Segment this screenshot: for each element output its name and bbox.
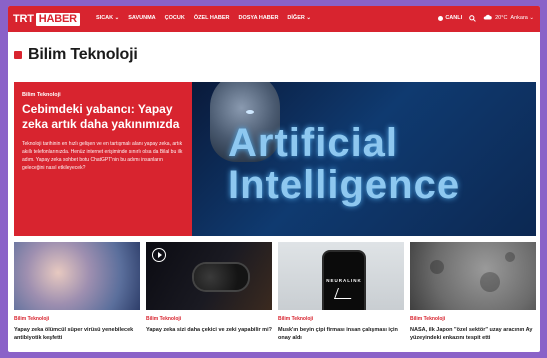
robot-eye: [246, 110, 254, 114]
card-category[interactable]: Bilim Teknoloji: [14, 316, 140, 322]
logo-trt: TRT: [13, 13, 34, 25]
neuralink-logo-text: NEURALINK: [326, 278, 362, 283]
card-title[interactable]: Yapay zeka sizi daha çekici ve zeki yapa…: [146, 326, 272, 334]
article-card-1[interactable]: Bilim Teknoloji Yapay zeka ölümcül süper…: [14, 242, 140, 352]
top-navigation-bar: TRT HABER SICAK ⌄ SAVUNMA ÇOCUK ÖZEL HAB…: [8, 6, 540, 32]
nav-item-cocuk[interactable]: ÇOCUK: [165, 15, 185, 21]
hero-description: Teknoloji tarihinin en hızlı gelişen ve …: [22, 141, 183, 171]
logo-haber: HABER: [35, 12, 80, 26]
nav-item-diger[interactable]: DİĞER ⌄: [287, 15, 311, 21]
article-card-3[interactable]: NEURALINK Bilim Teknoloji Musk'ın beyin …: [278, 242, 404, 352]
nav-item-sicak[interactable]: SICAK ⌄: [96, 15, 119, 21]
play-icon[interactable]: [152, 248, 166, 262]
live-dot-icon: [438, 15, 444, 21]
nav-item-dosya-haber[interactable]: DOSYA HABER: [238, 15, 278, 21]
crater: [505, 252, 515, 262]
virus-image[interactable]: [14, 242, 140, 310]
header-tools: CANLI 20°C Ankara ⌄: [438, 14, 534, 22]
article-card-2[interactable]: Bilim Teknoloji Yapay zeka sizi daha çek…: [146, 242, 272, 352]
weather-widget[interactable]: 20°C Ankara ⌄: [483, 14, 534, 22]
card-category[interactable]: Bilim Teknoloji: [146, 316, 272, 322]
crater: [480, 272, 500, 292]
hero-category[interactable]: Bilim Teknoloji: [22, 92, 184, 98]
hero-title[interactable]: Cebimdeki yabancı: Yapay zeka artık daha…: [22, 102, 184, 132]
live-button[interactable]: CANLI: [438, 15, 462, 21]
site-logo[interactable]: TRT HABER: [13, 12, 80, 26]
vr-goggles-image[interactable]: [146, 242, 272, 310]
cloud-icon: [483, 14, 492, 22]
goggles-illustration: [194, 264, 248, 290]
weather-temp: 20°C: [495, 15, 508, 21]
card-category[interactable]: Bilim Teknoloji: [278, 316, 404, 322]
card-title[interactable]: NASA, ilk Japon "özel sektör" uzay aracı…: [410, 326, 536, 342]
hero-image-caption: Artificial Intelligence: [228, 122, 460, 206]
nav-item-ozel-haber[interactable]: ÖZEL HABER: [194, 15, 230, 21]
hero-article[interactable]: Bilim Teknoloji Cebimdeki yabancı: Yapay…: [14, 82, 536, 236]
page-title: Bilim Teknoloji: [28, 46, 138, 63]
card-title[interactable]: Yapay zeka ölümcül süper virüsü yenebile…: [14, 326, 140, 342]
hero-image-text-line2: Intelligence: [228, 163, 461, 207]
hero-image-text-line1: Artificial: [228, 121, 399, 165]
article-card-4[interactable]: Bilim Teknoloji NASA, ilk Japon "özel se…: [410, 242, 536, 352]
section-heading: Bilim Teknoloji: [14, 46, 138, 64]
article-card-list: Bilim Teknoloji Yapay zeka ölümcül süper…: [14, 242, 536, 352]
search-icon[interactable]: [469, 14, 476, 22]
hero-image[interactable]: Artificial Intelligence: [192, 82, 536, 236]
section-marker-icon: [14, 51, 22, 59]
browser-frame: TRT HABER SICAK ⌄ SAVUNMA ÇOCUK ÖZEL HAB…: [8, 6, 540, 352]
neuralink-phone-image[interactable]: NEURALINK: [278, 242, 404, 310]
card-title[interactable]: Musk'ın beyin çipi firması insan çalışma…: [278, 326, 404, 342]
hero-text-panel: Bilim Teknoloji Cebimdeki yabancı: Yapay…: [14, 82, 192, 236]
moon-surface-image[interactable]: [410, 242, 536, 310]
crater: [430, 260, 444, 274]
weather-city: Ankara ⌄: [510, 15, 534, 21]
live-label: CANLI: [445, 15, 463, 21]
main-nav: SICAK ⌄ SAVUNMA ÇOCUK ÖZEL HABER DOSYA H…: [96, 15, 311, 21]
nav-item-savunma[interactable]: SAVUNMA: [128, 15, 155, 21]
card-category[interactable]: Bilim Teknoloji: [410, 316, 536, 322]
